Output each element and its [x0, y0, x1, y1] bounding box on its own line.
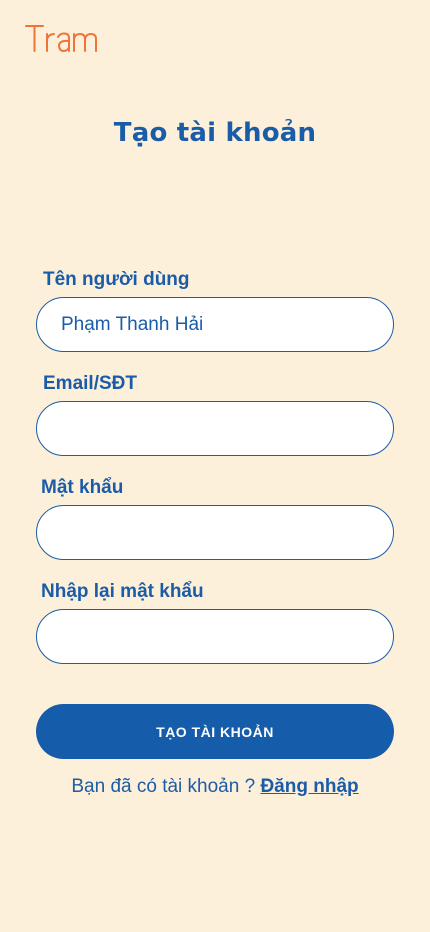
create-account-button[interactable]: TẠO TÀI KHOẢN	[36, 704, 394, 759]
password-label: Mật khẩu	[41, 477, 124, 498]
signin-link[interactable]: Đăng nhập	[260, 776, 358, 797]
page-title: Tạo tài khoản	[113, 118, 317, 148]
brand-logo	[25, 20, 105, 56]
username-label: Tên người dùng	[43, 269, 190, 290]
username-input[interactable]	[36, 297, 394, 352]
signin-prompt: Bạn đã có tài khoản ? Đăng nhập	[0, 776, 430, 798]
confirm-password-label: Nhập lại mật khẩu	[41, 581, 204, 602]
signin-question: Bạn đã có tài khoản ?	[71, 776, 256, 797]
tram-logo-icon	[25, 25, 97, 52]
email-phone-input[interactable]	[36, 401, 394, 456]
signup-screen: Tạo tài khoản Tên người dùng Email/SĐT M…	[0, 0, 430, 932]
confirm-password-input[interactable]	[36, 609, 394, 664]
password-input[interactable]	[36, 505, 394, 560]
email-phone-label: Email/SĐT	[43, 373, 137, 394]
